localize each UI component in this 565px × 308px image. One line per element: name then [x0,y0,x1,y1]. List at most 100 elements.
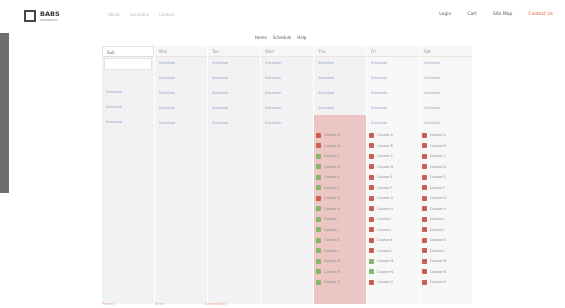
list-item[interactable]: Course E [422,172,472,183]
top-navigation-bar: BABS UNIVERSITY About Locations Contact … [0,0,565,33]
list-item[interactable]: Course H [422,204,472,215]
site-logo[interactable]: BABS UNIVERSITY [24,7,76,25]
list-item[interactable]: Course H [316,204,366,215]
selected-cell[interactable] [104,58,152,70]
grid-cell[interactable]: Schedule [208,102,260,117]
grid-cell[interactable]: Schedule [420,102,472,117]
list-item[interactable]: Course B [422,141,472,152]
list-item[interactable]: Course A [422,130,472,141]
grid-cell[interactable]: Schedule [367,72,419,87]
footer-link-3[interactable]: Accessibility [205,302,227,306]
list-item[interactable]: Course C [316,151,366,162]
contact-us-link[interactable]: Contact Us [528,12,553,17]
grid-cell[interactable]: Schedule [208,117,260,132]
column-header[interactable]: Thu [314,46,366,57]
grid-cell[interactable]: Schedule [261,72,313,87]
grid-cell[interactable]: Schedule [155,102,207,117]
list-item[interactable]: Course K [422,235,472,246]
top-link-3[interactable]: Contact [159,12,175,17]
tab-help[interactable]: Help [297,33,306,42]
available-status-icon [316,258,321,264]
grid-cell[interactable]: Schedule [102,101,154,116]
grid-cell[interactable]: Schedule [155,72,207,87]
list-item[interactable]: Course D [422,162,472,173]
schedule-grid: Sub Schedule Schedule Schedule Mon Sched… [102,46,472,304]
list-item[interactable]: Course I [422,214,472,225]
grid-cell[interactable]: Schedule [155,57,207,72]
list-item[interactable]: Course L [369,246,419,257]
grid-cell[interactable]: Schedule [367,57,419,72]
grid-cell[interactable]: Schedule [155,117,207,132]
grid-cell[interactable]: Schedule [420,72,472,87]
column-header[interactable]: Mon [155,46,207,57]
list-item[interactable]: Course G [369,193,419,204]
grid-cell[interactable]: Schedule [367,87,419,102]
list-item[interactable]: Course M [316,256,366,267]
grid-cell[interactable]: Schedule [314,57,366,72]
list-item[interactable]: Course N [316,267,366,278]
list-item[interactable]: Course J [369,225,419,236]
grid-cell[interactable] [102,71,154,86]
top-link-2[interactable]: Locations [130,12,149,17]
list-item[interactable]: Course B [369,141,419,152]
grid-cell[interactable]: Schedule [261,102,313,117]
list-item[interactable]: Course N [369,267,419,278]
list-item[interactable]: Course O [422,277,472,288]
column-header[interactable]: Sat [420,46,472,57]
list-item[interactable]: Course B [316,141,366,152]
list-item[interactable]: Course F [316,183,366,194]
list-item[interactable]: Course J [316,225,366,236]
grid-cell[interactable]: Schedule [420,87,472,102]
list-item[interactable]: Course F [369,183,419,194]
list-item[interactable]: Course O [369,277,419,288]
column-header[interactable]: Fri [367,46,419,57]
list-item[interactable]: Course F [422,183,472,194]
login-link[interactable]: Login [439,12,451,17]
list-item[interactable]: Course E [316,172,366,183]
list-item[interactable]: Course D [316,162,366,173]
list-item[interactable]: Course K [316,235,366,246]
list-item[interactable]: Course G [316,193,366,204]
list-item[interactable]: Course J [422,225,472,236]
grid-cell[interactable]: Schedule [208,72,260,87]
list-item[interactable]: Course C [369,151,419,162]
grid-cell[interactable]: Schedule [367,102,419,117]
list-item[interactable]: Course E [369,172,419,183]
list-item[interactable]: Course A [316,130,366,141]
column-header[interactable]: Tue [208,46,260,57]
grid-cell[interactable]: Schedule [261,87,313,102]
grid-cell[interactable]: Schedule [102,116,154,131]
list-item[interactable]: Course K [369,235,419,246]
grid-cell[interactable]: Schedule [208,87,260,102]
tab-schedule[interactable]: Schedule [273,33,291,42]
footer-link-2[interactable]: Terms [155,302,165,306]
grid-cell[interactable]: Schedule [208,57,260,72]
list-item[interactable]: Course M [369,256,419,267]
sitemap-link[interactable]: Site Map [493,12,513,17]
grid-cell[interactable]: Schedule [261,57,313,72]
list-item[interactable]: Course D [369,162,419,173]
grid-cell[interactable]: Schedule [102,86,154,101]
top-link-1[interactable]: About [108,12,120,17]
list-item[interactable]: Course M [422,256,472,267]
list-item[interactable]: Course I [369,214,419,225]
grid-cell[interactable]: Schedule [314,87,366,102]
grid-cell[interactable]: Schedule [420,57,472,72]
column-header[interactable]: Wed [261,46,313,57]
list-item[interactable]: Course L [316,246,366,257]
tab-home[interactable]: Home [255,33,267,42]
grid-cell[interactable]: Schedule [155,87,207,102]
list-item[interactable]: Course I [316,214,366,225]
list-item[interactable]: Course C [422,151,472,162]
grid-cell[interactable]: Schedule [314,72,366,87]
grid-cell[interactable]: Schedule [261,117,313,132]
list-item[interactable]: Course A [369,130,419,141]
list-item[interactable]: Course G [422,193,472,204]
footer-link-1[interactable]: Privacy [102,302,115,306]
list-item[interactable]: Course N [422,267,472,278]
cart-link[interactable]: Cart [467,12,477,17]
column-header[interactable]: Sub [102,46,154,57]
list-item[interactable]: Course H [369,204,419,215]
list-item[interactable]: Course O [316,277,366,288]
list-item[interactable]: Course L [422,246,472,257]
